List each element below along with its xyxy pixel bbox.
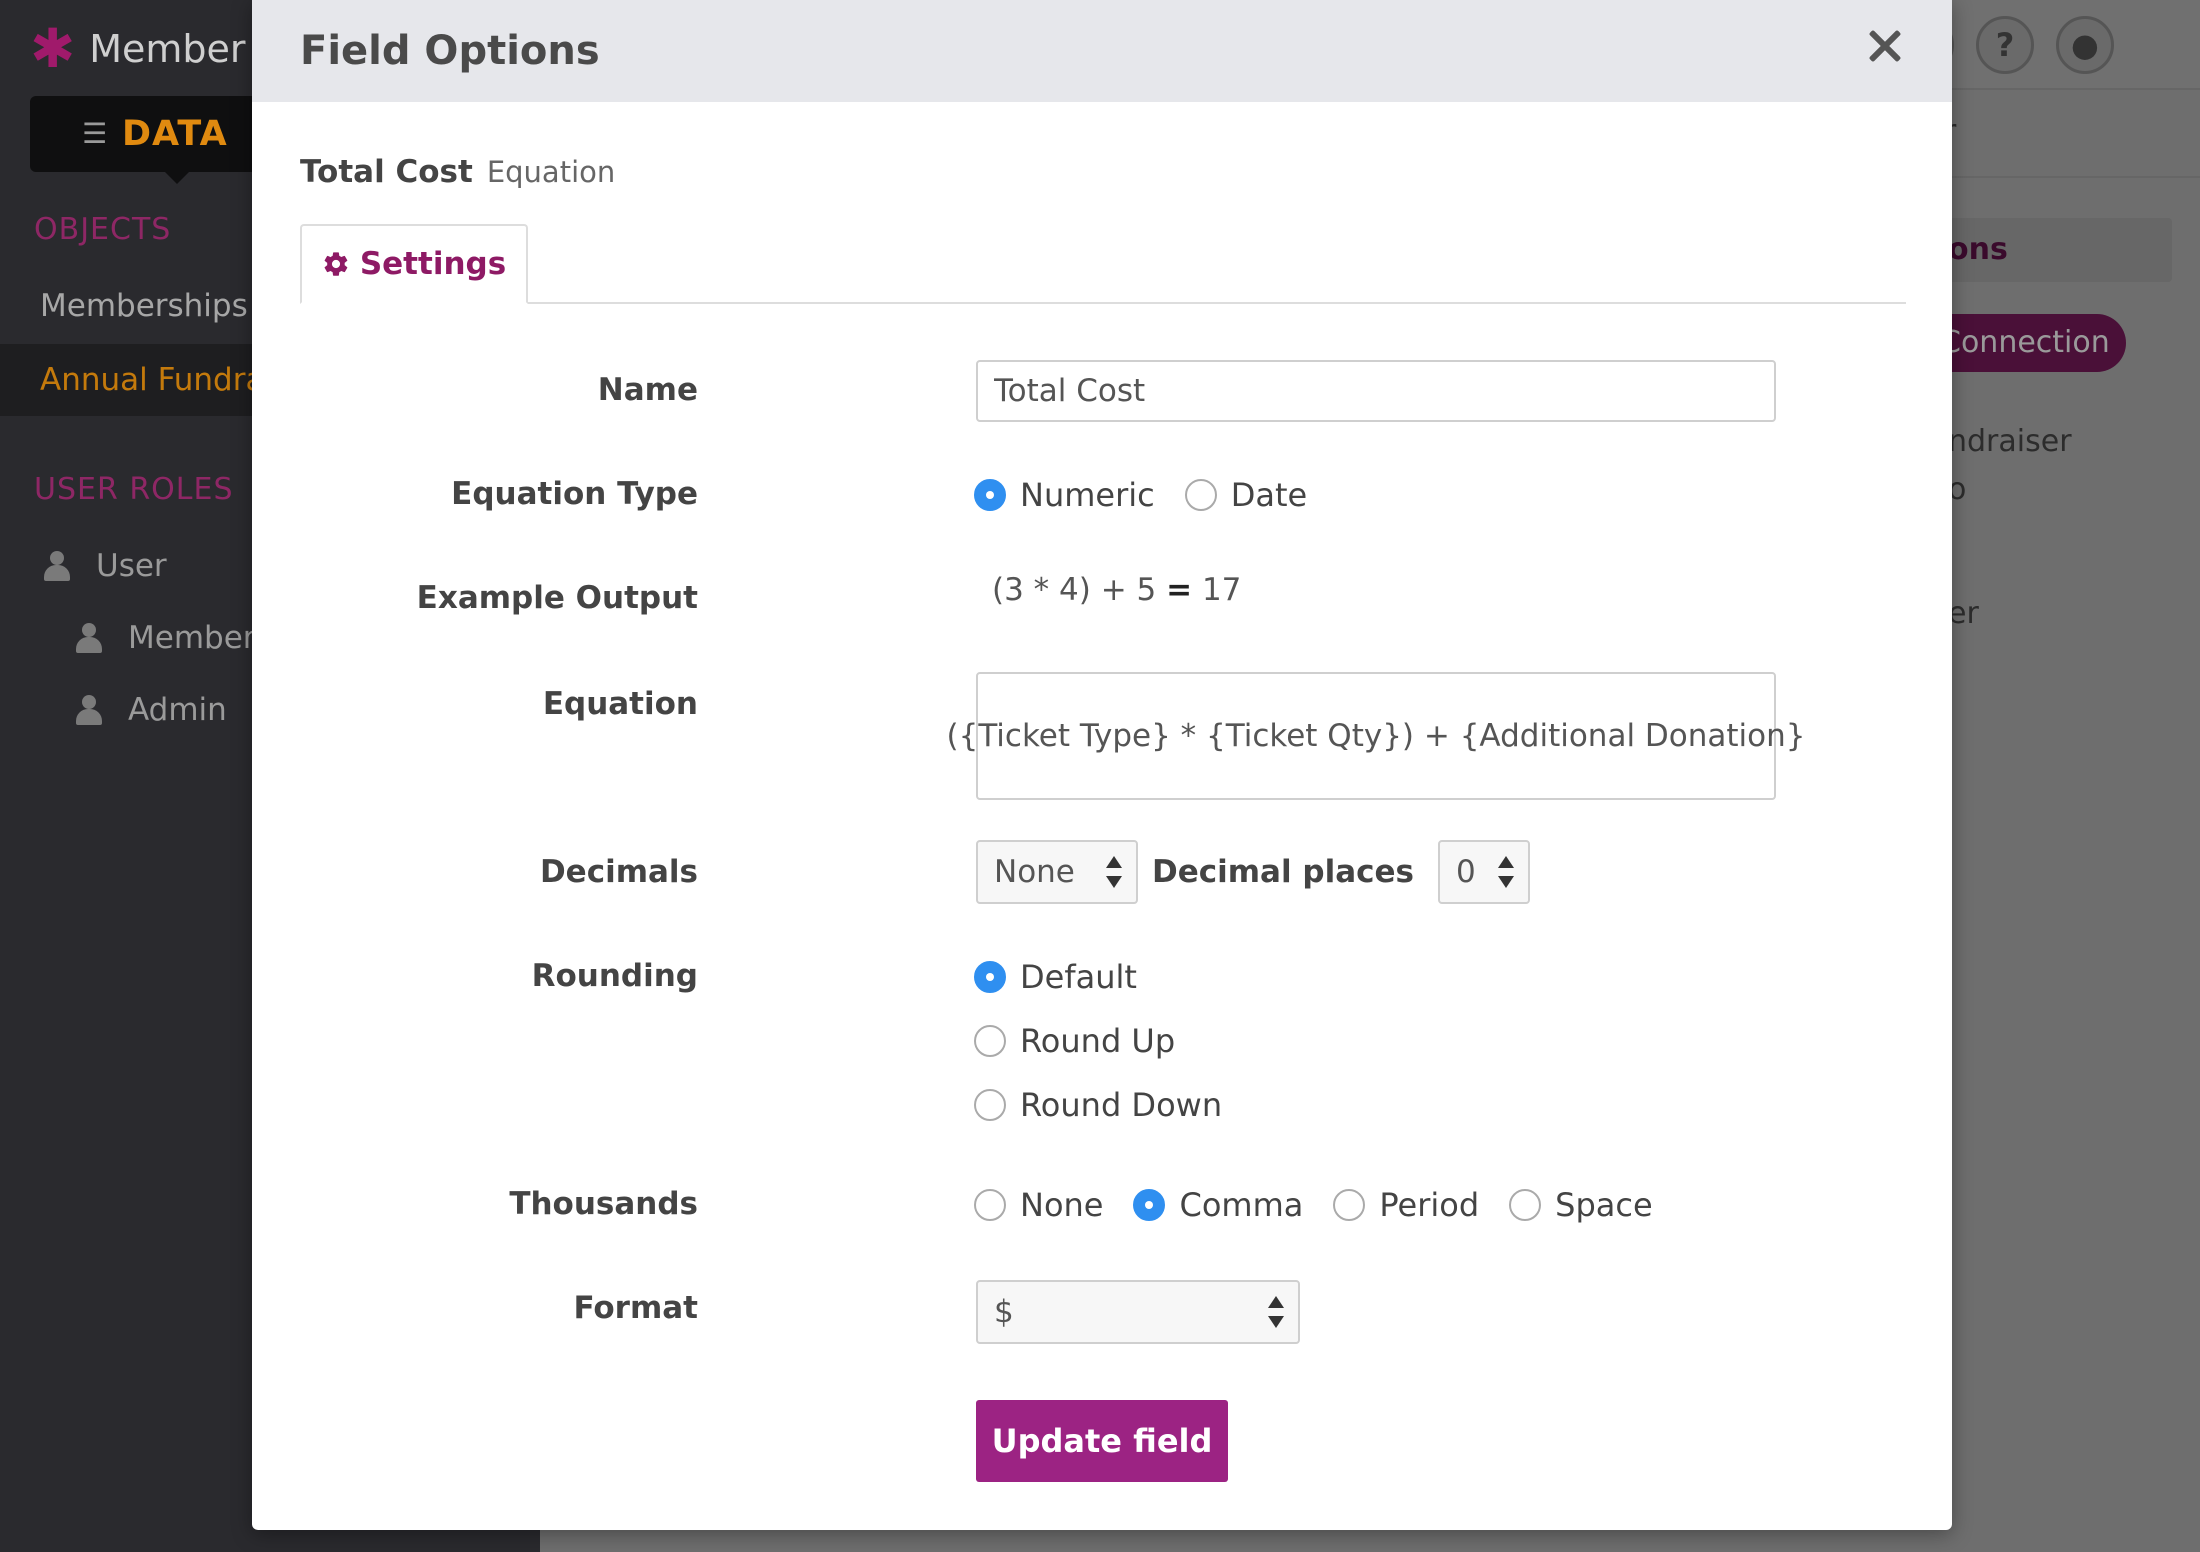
radio-label: Round Up [1020,1022,1176,1060]
radio-unchecked-icon [1184,479,1217,511]
field-options-modal: Field Options Total Cost Equation Settin… [252,0,1952,1530]
radio-label: Period [1379,1186,1480,1224]
thousands-label: Thousands [509,1186,698,1222]
data-tab-label: DATA [122,114,228,154]
field-caption: Total Cost Equation [300,154,615,190]
example-expression: (3 * 4) + 5 [992,572,1157,608]
sidebar-item-label: Member [128,620,256,656]
tab-settings[interactable]: Settings [300,224,528,304]
radio-unchecked-icon [974,1189,1006,1221]
sidebar-item-label: User [96,548,167,584]
field-name: Total Cost [300,154,473,190]
equation-editor[interactable]: ({Ticket Type} * {Ticket Qty}) + {Additi… [947,672,1806,800]
radio-label: Comma [1179,1186,1304,1224]
format-value: $ [994,1294,1014,1330]
equation-type-radio-group: Numeric Date [974,476,1307,514]
name-label: Name [597,372,698,408]
decimal-places-value: 0 [1456,854,1476,890]
rounding-round-up-radio[interactable]: Round Up [974,1022,1175,1060]
tab-settings-label: Settings [359,246,507,282]
example-output: (3 * 4) + 5 = 17 [992,572,1241,608]
example-result: 17 [1201,572,1242,608]
rounding-label: Rounding [531,958,698,994]
rounding-round-down-radio[interactable]: Round Down [974,1086,1222,1124]
format-select[interactable]: $ [976,1280,1300,1344]
update-field-button[interactable]: Update field [976,1400,1228,1482]
radio-label: Space [1555,1186,1653,1224]
decimal-places-select[interactable]: 0 [1438,840,1530,904]
database-icon: ☰ [82,117,108,150]
radio-unchecked-icon [974,1025,1006,1057]
radio-label: Default [1020,958,1137,996]
asterisk-logo-icon: ✱ [30,17,76,80]
radio-label: Round Down [1020,1086,1223,1124]
name-input[interactable] [976,360,1776,422]
modal-tabs: Settings [300,224,1906,304]
example-equals: = [1166,572,1193,608]
sidebar-item-admin[interactable]: Admin [76,692,227,728]
equation-label: Equation [542,686,698,722]
radio-label: Numeric [1020,476,1155,514]
user-icon [76,695,102,725]
er-fragment: er [1948,596,1979,631]
sidebar-item-memberships[interactable]: Memberships [40,288,248,324]
objects-heading: OBJECTS [34,212,172,247]
radio-label: None [1020,1186,1104,1224]
radio-label: Date [1230,476,1308,514]
help-icon[interactable]: ? [1976,16,2034,74]
sidebar-item-member[interactable]: Member [76,620,256,656]
thousands-period-radio[interactable]: Period [1333,1186,1479,1224]
fundraiser-fragment: ndraiser [1948,424,2072,459]
equation-type-numeric-radio[interactable]: Numeric [974,476,1155,514]
rounding-default-radio[interactable]: Default [974,958,1137,996]
modal-header: Field Options [252,0,1952,102]
rounding-radio-group: Default Round Up Round Down [974,958,1222,1124]
select-arrows-icon [1498,856,1514,888]
decimals-label: Decimals [539,854,698,890]
sidebar-item-user[interactable]: User [44,548,167,584]
radio-checked-icon [974,479,1006,511]
user-icon [44,551,70,581]
user-icon [76,623,102,653]
radio-checked-icon [1133,1189,1166,1221]
field-type: Equation [486,155,616,189]
close-icon[interactable] [1864,26,1904,66]
radio-unchecked-icon [974,1089,1006,1121]
example-output-label: Example Output [416,580,698,616]
equation-type-label: Equation Type [451,476,698,512]
tab-fragment[interactable]: ons [1948,232,2008,267]
decimal-places-label: Decimal places [1152,854,1414,890]
radio-checked-icon [974,961,1006,993]
user-roles-heading: USER ROLES [34,472,234,507]
select-arrows-icon [1268,1296,1284,1328]
radio-unchecked-icon [1509,1189,1542,1221]
equation-type-date-radio[interactable]: Date [1184,476,1308,514]
sidebar-item-label: Admin [128,692,227,728]
thousands-space-radio[interactable]: Space [1509,1186,1653,1224]
thousands-comma-radio[interactable]: Comma [1133,1186,1303,1224]
modal-title: Field Options [300,28,600,74]
thousands-none-radio[interactable]: None [974,1186,1103,1224]
user-icon[interactable]: ● [2056,16,2114,74]
thousands-radio-group: None Comma Period Space [974,1186,1653,1224]
radio-unchecked-icon [1333,1189,1366,1221]
gear-icon [324,252,348,276]
format-label: Format [573,1290,698,1326]
